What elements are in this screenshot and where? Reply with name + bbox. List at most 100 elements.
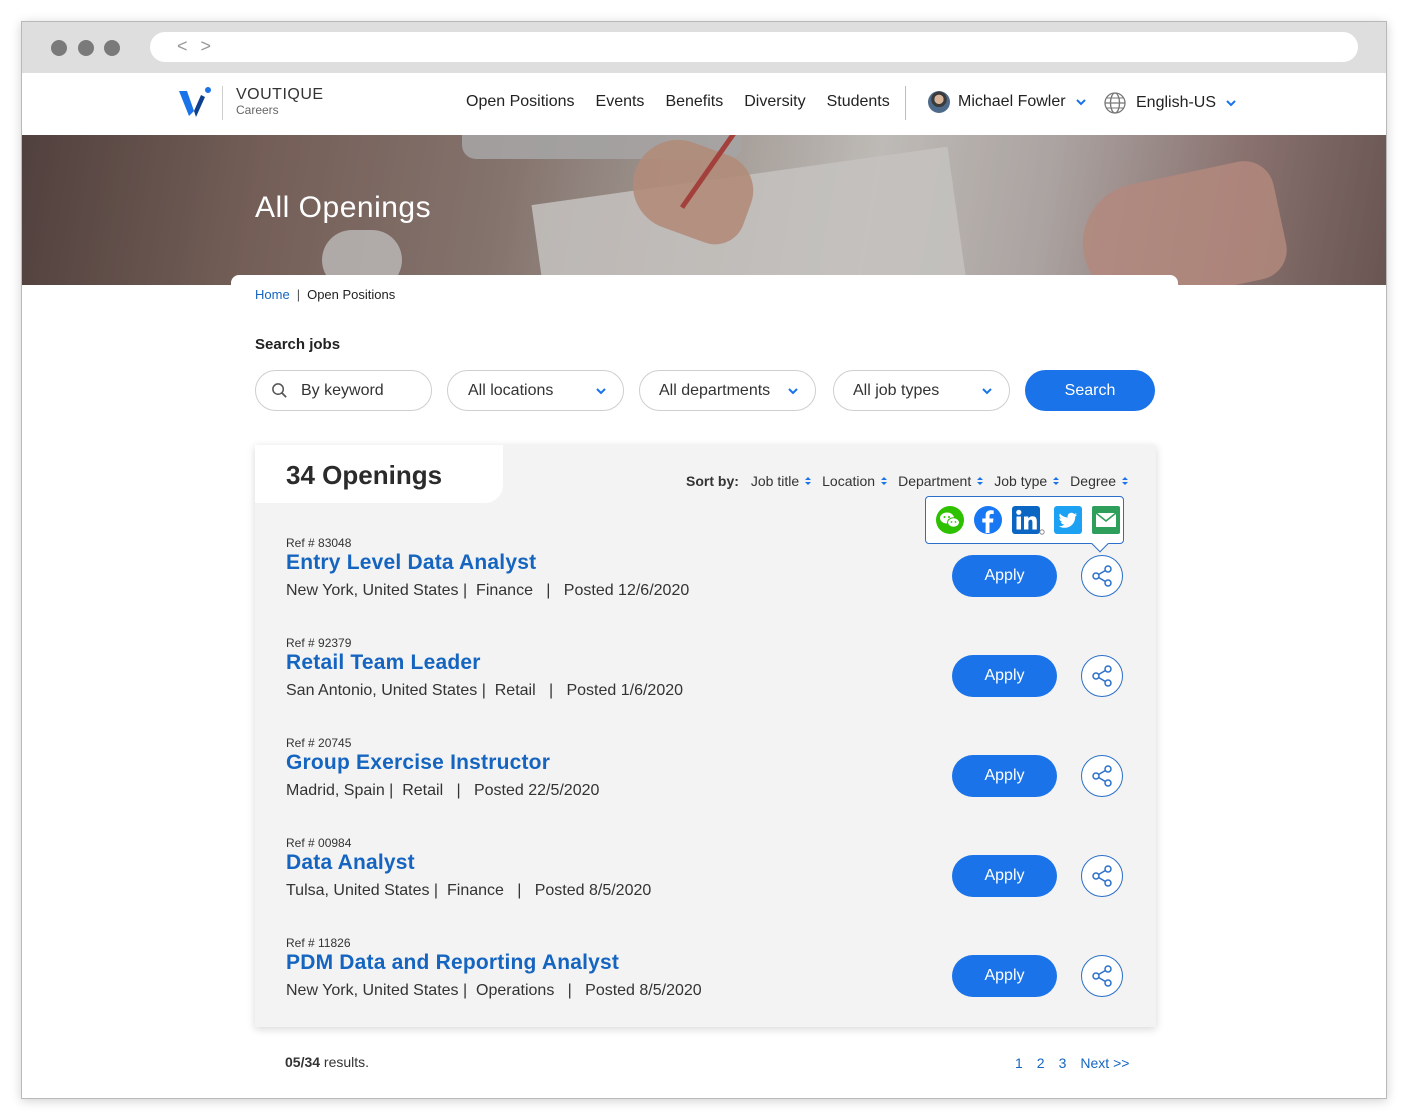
job-row: Ref # 92379 Retail Team Leader San Antonio…: [286, 636, 1146, 716]
main-nav: Open Positions Events Benefits Diversity…: [466, 93, 890, 111]
user-name: Michael Fowler: [958, 93, 1066, 110]
job-type-select[interactable]: All job types: [833, 370, 1010, 411]
sort-job-title[interactable]: Job title: [751, 473, 812, 489]
department-select-value: All departments: [659, 381, 771, 399]
search-icon: [272, 383, 287, 398]
job-meta-separator: |: [429, 882, 447, 899]
job-title-link[interactable]: Retail Team Leader: [286, 651, 481, 675]
chevron-down-icon: [596, 388, 606, 395]
linkedin-icon[interactable]: [1011, 505, 1045, 535]
job-title-link[interactable]: Entry Level Data Analyst: [286, 551, 536, 575]
share-button[interactable]: [1081, 655, 1123, 697]
keyword-search-input[interactable]: By keyword: [255, 370, 432, 411]
job-meta: Madrid, Spain | Retail | Posted 22/5/202…: [286, 782, 599, 800]
job-row: Ref # 20745 Group Exercise Instructor Madr…: [286, 736, 1146, 816]
email-icon[interactable]: [1091, 505, 1121, 535]
sort-job-title-label: Job title: [750, 473, 800, 489]
facebook-icon[interactable]: [973, 505, 1003, 535]
share-icon: [1092, 565, 1112, 587]
window-maximize-dot[interactable]: [104, 40, 120, 56]
brand-name: VOUTIQUE: [236, 86, 324, 103]
job-row: Ref # 00984 Data Analyst Tulsa, United Sta…: [286, 836, 1146, 916]
share-button[interactable]: [1081, 755, 1123, 797]
language-menu[interactable]: English-US: [1103, 91, 1237, 115]
job-ref: Ref # 92379: [286, 636, 352, 650]
browser-chrome: < >: [22, 22, 1386, 73]
apply-button[interactable]: Apply: [952, 555, 1057, 597]
browser-window: < > VOUTIQUE Careers Open Positions Even…: [21, 21, 1387, 1099]
job-row: Ref # 11826 PDM Data and Reporting Analys…: [286, 936, 1146, 1016]
share-button[interactable]: [1081, 955, 1123, 997]
job-department: Retail: [494, 682, 536, 699]
job-meta-separator: |: [384, 782, 403, 799]
job-posted-date: Posted 12/6/2020: [563, 582, 690, 599]
job-ref: Ref # 20745: [286, 736, 352, 750]
share-icon: [1092, 965, 1112, 987]
sort-arrows-icon: [1053, 477, 1060, 485]
job-department: Operations: [476, 982, 555, 999]
sort-arrows-icon: [805, 477, 812, 485]
chevron-down-icon: [982, 388, 992, 395]
voutique-logo-icon[interactable]: [177, 85, 213, 121]
sort-arrows-icon: [1122, 477, 1129, 485]
job-meta-separator: |: [477, 682, 495, 699]
department-select[interactable]: All departments: [639, 370, 816, 411]
apply-button[interactable]: Apply: [952, 855, 1057, 897]
apply-button[interactable]: Apply: [952, 755, 1057, 797]
job-title-link[interactable]: Data Analyst: [286, 851, 415, 875]
share-button[interactable]: [1081, 555, 1123, 597]
nav-open-positions[interactable]: Open Positions: [466, 93, 575, 111]
sort-arrows-icon: [881, 477, 888, 485]
job-ref: Ref # 00984: [286, 836, 352, 850]
job-title-link[interactable]: Group Exercise Instructor: [286, 751, 550, 775]
nav-events[interactable]: Events: [596, 93, 645, 111]
apply-button[interactable]: Apply: [952, 955, 1057, 997]
page-2-link[interactable]: 2: [1037, 1055, 1045, 1071]
job-meta: New York, United States | Operations | P…: [286, 982, 702, 1000]
share-icon: [1092, 865, 1112, 887]
twitter-icon[interactable]: [1053, 505, 1083, 535]
breadcrumb: Home | Open Positions: [255, 287, 395, 302]
share-button[interactable]: [1081, 855, 1123, 897]
job-meta-separator: |: [535, 682, 567, 699]
location-select-value: All locations: [468, 381, 554, 399]
sort-department[interactable]: Department: [898, 473, 984, 489]
back-forward-icon[interactable]: < >: [177, 36, 215, 57]
job-department: Retail: [402, 782, 444, 799]
chevron-down-icon: [1075, 99, 1086, 106]
sort-location-label: Location: [822, 473, 876, 489]
address-bar[interactable]: < >: [150, 32, 1358, 62]
job-posted-date: Posted 1/6/2020: [566, 682, 684, 699]
sort-arrows-icon: [977, 477, 984, 485]
wechat-icon[interactable]: [935, 505, 965, 535]
apply-button[interactable]: Apply: [952, 655, 1057, 697]
globe-icon: [1104, 92, 1126, 114]
sort-degree[interactable]: Degree: [1070, 473, 1129, 489]
nav-benefits[interactable]: Benefits: [665, 93, 723, 111]
page-3-link[interactable]: 3: [1059, 1055, 1067, 1071]
breadcrumb-home-link[interactable]: Home: [255, 287, 290, 302]
results-suffix: results.: [320, 1054, 370, 1070]
sort-location[interactable]: Location: [822, 473, 888, 489]
next-page-link[interactable]: Next >>: [1080, 1055, 1129, 1071]
nav-diversity[interactable]: Diversity: [744, 93, 805, 111]
sort-degree-label: Degree: [1070, 473, 1117, 489]
window-minimize-dot[interactable]: [78, 40, 94, 56]
sort-bar: Sort by: Job title Location Department J…: [686, 473, 1139, 489]
nav-students[interactable]: Students: [827, 93, 890, 111]
location-select[interactable]: All locations: [447, 370, 624, 411]
page-1-link[interactable]: 1: [1015, 1055, 1023, 1071]
window-close-dot[interactable]: [51, 40, 67, 56]
user-menu[interactable]: Michael Fowler: [928, 91, 1087, 113]
sort-job-type[interactable]: Job type: [994, 473, 1060, 489]
job-type-select-value: All job types: [853, 381, 940, 399]
hero-banner: All Openings: [22, 135, 1386, 285]
language-label: English-US: [1136, 94, 1217, 111]
results-count-tab: 34 Openings: [255, 445, 503, 503]
search-button[interactable]: Search: [1025, 370, 1155, 411]
nav-divider: [905, 86, 906, 120]
job-meta: San Antonio, United States | Retail | Po…: [286, 682, 683, 700]
brand[interactable]: VOUTIQUE Careers: [222, 86, 324, 120]
job-location: Tulsa, United States: [286, 882, 430, 899]
job-title-link[interactable]: PDM Data and Reporting Analyst: [286, 951, 619, 975]
